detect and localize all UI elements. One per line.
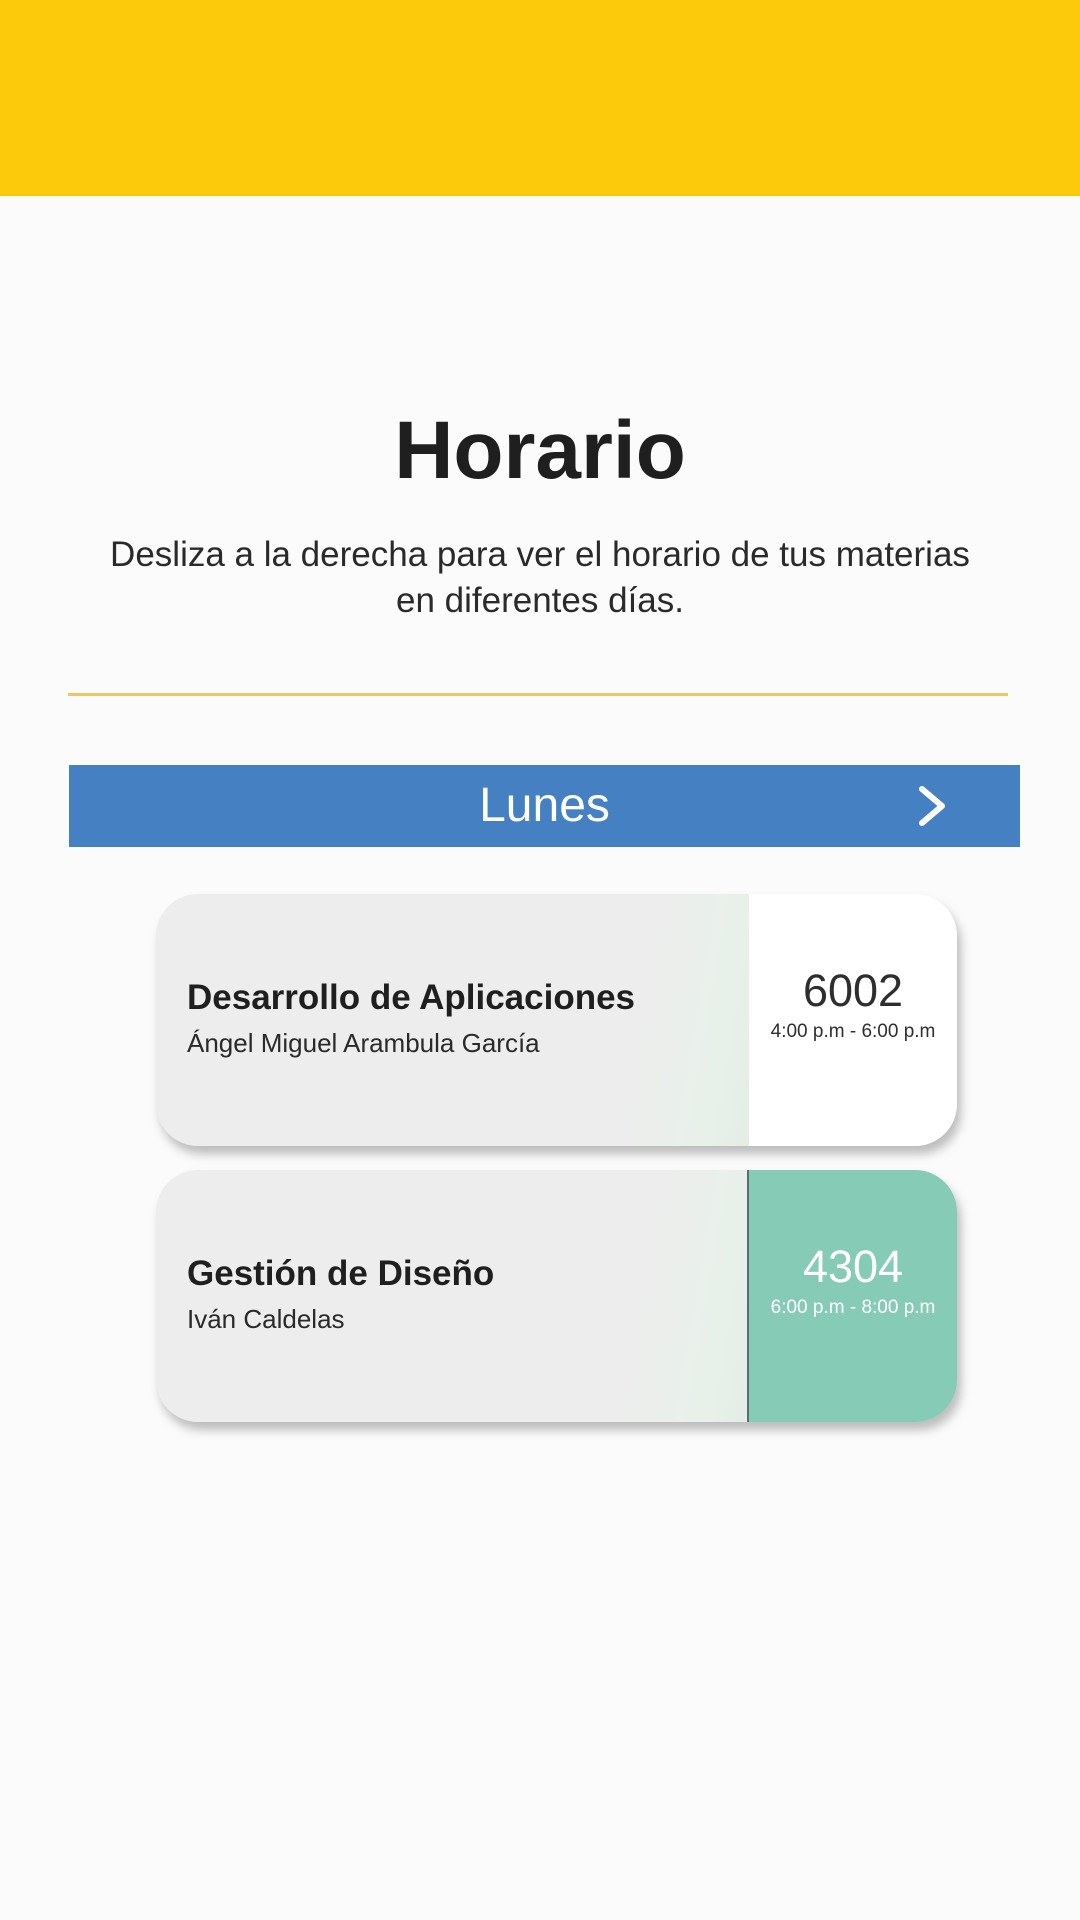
card-texture: [636, 894, 756, 1146]
teacher-name: Iván Caldelas: [187, 1304, 345, 1334]
section-divider: [68, 693, 1008, 696]
room-number: 4304: [802, 1241, 904, 1292]
class-card[interactable]: Desarrollo de Aplicaciones Ángel Miguel …: [156, 894, 957, 1146]
card-texture: [636, 1170, 756, 1422]
day-selector-bar[interactable]: Lunes: [69, 765, 1020, 847]
class-time: 6:00 p.m - 8:00 p.m: [770, 1297, 936, 1318]
room-time-panel: 6002 4:00 p.m - 6:00 p.m: [749, 894, 957, 1146]
teacher-name: Ángel Miguel Arambula García: [187, 1028, 540, 1058]
page-subtitle: Desliza a la derecha para ver el horario…: [100, 532, 980, 624]
subtitle-line-1: Desliza a la derecha para ver el horario…: [110, 535, 970, 574]
page-title: Horario: [394, 405, 686, 496]
schedule-screen: Horario Desliza a la derecha para ver el…: [0, 0, 1080, 1920]
class-time: 4:00 p.m - 6:00 p.m: [770, 1021, 936, 1042]
top-header-bar: [0, 0, 1080, 196]
class-card[interactable]: Gestión de Diseño Iván Caldelas 4304 6:0…: [156, 1170, 957, 1422]
course-name: Gestión de Diseño: [187, 1254, 495, 1293]
room-number: 6002: [802, 965, 904, 1016]
chevron-right-icon[interactable]: [912, 785, 952, 827]
course-name: Desarrollo de Aplicaciones: [187, 978, 636, 1017]
room-time-panel: 4304 6:00 p.m - 8:00 p.m: [747, 1170, 957, 1422]
subtitle-line-2: en diferentes días.: [396, 581, 684, 620]
day-label: Lunes: [479, 779, 610, 832]
